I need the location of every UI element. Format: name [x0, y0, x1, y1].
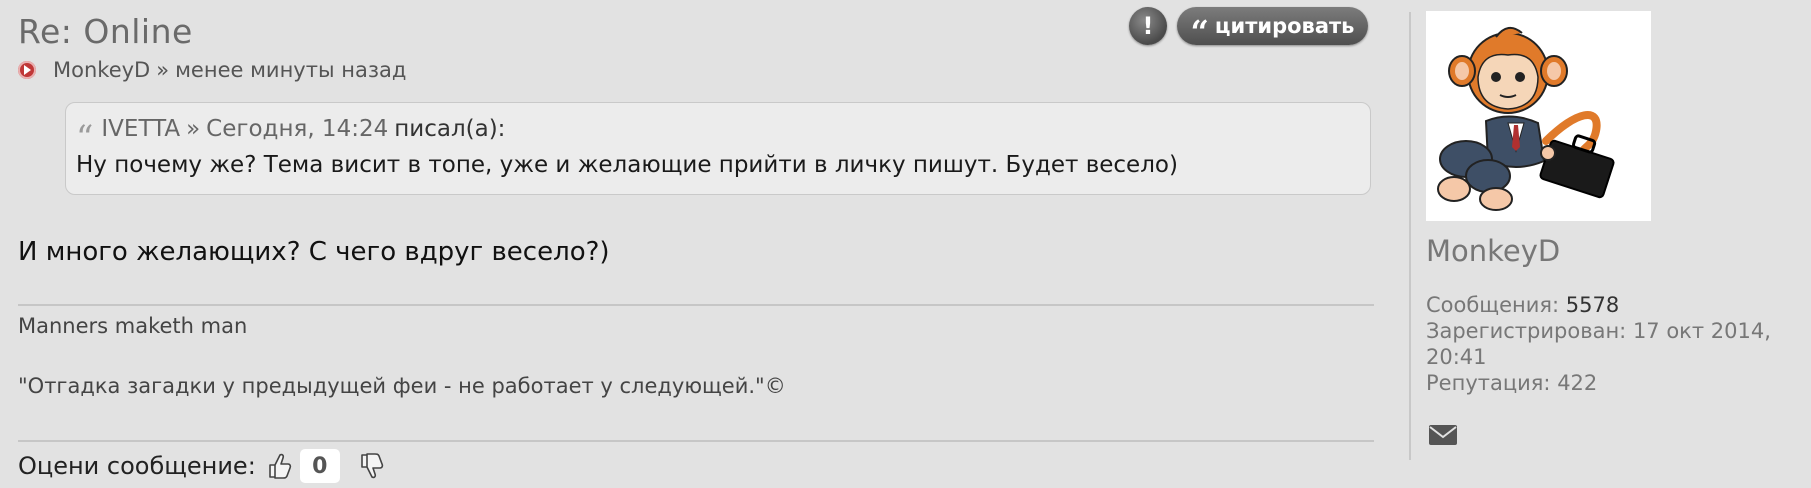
signature-divider [18, 304, 1374, 306]
rating-bar: Оцени сообщение: 0 [18, 449, 384, 483]
quote-button[interactable]: “ цитировать [1177, 7, 1368, 51]
stat-reputation: Репутация: 422 [1426, 370, 1796, 396]
rating-score: 0 [299, 449, 340, 483]
envelope-icon[interactable] [1428, 424, 1458, 446]
rating-label: Оцени сообщение: [18, 452, 256, 480]
thumbs-up-icon[interactable] [266, 451, 292, 481]
exclamation-icon: ! [1142, 12, 1154, 40]
stat-messages-label: Сообщения: [1426, 293, 1560, 317]
user-stats: Сообщения: 5578 Зарегистрирован: 17 окт … [1426, 292, 1796, 396]
post-author-link[interactable]: MonkeyD [53, 58, 150, 82]
quote-text: Ну почему же? Тема висит в топе, уже и ж… [76, 152, 1178, 178]
quote-date[interactable]: Сегодня, 14:24 [206, 116, 388, 142]
quote-separator: » [186, 116, 201, 142]
quote-author[interactable]: IVETTA [101, 116, 180, 142]
stat-messages: Сообщения: 5578 [1426, 292, 1796, 318]
signature-line-2: "Отгадка загадки у предыдущей феи - не р… [18, 374, 786, 398]
post-time: менее минуты назад [175, 58, 407, 82]
avatar[interactable] [1426, 11, 1651, 221]
sidebar-separator [1409, 12, 1411, 460]
author-sidebar: MonkeyD Сообщения: 5578 Зарегистрирован:… [1426, 0, 1806, 488]
stat-reputation-label: Репутация: [1426, 371, 1551, 395]
quote-says: писал(а): [394, 116, 506, 142]
rating-divider [18, 440, 1374, 442]
meta-separator: » [156, 58, 170, 82]
play-circle-icon[interactable] [18, 61, 36, 79]
report-button[interactable]: ! [1129, 7, 1167, 45]
stat-messages-value[interactable]: 5578 [1566, 293, 1619, 317]
thumbs-down-icon[interactable] [358, 451, 384, 481]
sidebar-username[interactable]: MonkeyD [1426, 234, 1560, 268]
monkey-avatar [1437, 26, 1615, 211]
post-title: Re: Online [18, 12, 193, 51]
stat-registered-label: Зарегистрирован: [1426, 319, 1627, 343]
quote-header: “ IVETTA » Сегодня, 14:24 писал(а): [76, 116, 506, 158]
post: Re: Online MonkeyD » менее минуты назад … [0, 0, 1390, 488]
quote-block: “ IVETTA » Сегодня, 14:24 писал(а): Ну п… [65, 102, 1371, 195]
quote-mark-icon: “ [76, 118, 94, 158]
signature-line-1: Manners maketh man [18, 314, 248, 338]
quote-icon: “ [1190, 13, 1209, 51]
post-body: И много желающих? С чего вдруг весело?) [18, 237, 610, 267]
quote-button-label: цитировать [1214, 14, 1355, 38]
post-meta: MonkeyD » менее минуты назад [18, 56, 406, 84]
stat-registered: Зарегистрирован: 17 окт 2014, 20:41 [1426, 318, 1796, 370]
stat-reputation-value: 422 [1557, 371, 1598, 395]
